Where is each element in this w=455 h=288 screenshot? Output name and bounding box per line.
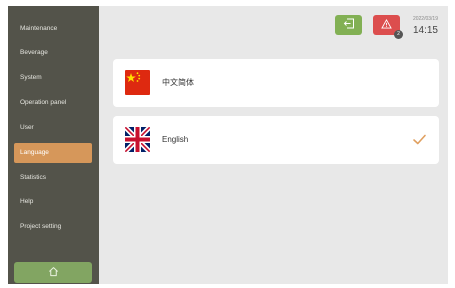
sidebar-item-system[interactable]: System [14,68,92,88]
home-button[interactable] [14,262,92,283]
sidebar-item-user[interactable]: User [14,118,92,138]
alarm-count-badge: 2 [394,30,403,39]
sidebar-item-statistics[interactable]: Statistics [14,168,92,188]
alarm-button[interactable]: 2 [373,15,403,39]
sidebar-item-help[interactable]: Help [14,192,92,212]
sidebar-item-language[interactable]: Language [14,143,92,163]
date-display: 2022/03/19 [412,16,438,22]
uk-flag-icon [125,127,150,152]
checkmark-icon [412,132,427,152]
sidebar: Maintenance Beverage System Operation pa… [8,6,99,284]
sidebar-item-maintenance[interactable]: Maintenance [14,19,92,39]
china-flag-icon [125,70,150,95]
home-icon [48,264,59,282]
exit-button[interactable] [335,15,362,35]
exit-icon [343,16,355,34]
sidebar-item-project-setting[interactable]: Project setting [14,217,92,237]
sidebar-item-beverage[interactable]: Beverage [14,43,92,63]
main-content: 2 2022/03/19 14:15 中文简体 English [99,6,448,284]
sidebar-item-operation-panel[interactable]: Operation panel [14,93,92,113]
language-label-english: English [162,135,189,144]
warning-icon [381,16,392,34]
time-display: 14:15 [412,25,438,36]
app-frame: Maintenance Beverage System Operation pa… [8,6,448,284]
language-option-chinese[interactable]: 中文简体 [113,59,439,107]
language-label-chinese: 中文简体 [162,78,194,87]
language-option-english[interactable]: English [113,116,439,164]
